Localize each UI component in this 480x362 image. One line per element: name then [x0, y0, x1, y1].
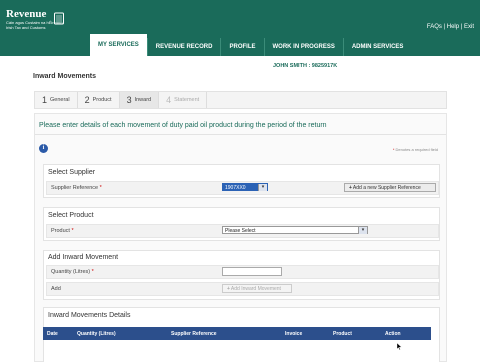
column-quantity: Quantity (Litres)	[77, 330, 116, 337]
chevron-down-icon: ▾	[358, 227, 367, 234]
tab-profile[interactable]: PROFILE	[220, 38, 263, 56]
step-number: 2	[84, 95, 90, 105]
product-select[interactable]: Please Select ▾	[222, 226, 368, 234]
details-table-header: Date Quantity (Litres) Supplier Referenc…	[43, 327, 431, 340]
product-label: Product *	[51, 228, 74, 234]
top-links[interactable]: FAQs | Help | Exit	[427, 24, 474, 30]
product-label-text: Product	[51, 228, 70, 234]
step-label: Inward	[134, 97, 152, 103]
required-star: *	[392, 147, 395, 152]
required-note: * Denotes a required field	[393, 147, 438, 152]
add-label: Add	[51, 286, 61, 292]
add-inward-movement-button[interactable]: +Add Inward Movement	[222, 284, 292, 293]
add-movement-row: Add +Add Inward Movement	[46, 282, 439, 296]
quantity-input[interactable]	[222, 267, 282, 276]
required-star: *	[91, 269, 94, 275]
required-star: *	[71, 228, 74, 234]
supplier-reference-row: Supplier Reference * 1907XX0 ▾ +Add a ne…	[46, 181, 439, 195]
add-inward-movement-heading: Add Inward Movement	[48, 254, 119, 261]
chevron-down-icon: ▾	[258, 184, 267, 191]
supplier-reference-value: 1907XX0	[225, 185, 246, 191]
column-date: Date	[47, 330, 58, 337]
step-number: 1	[42, 95, 48, 105]
step-number: 4	[166, 95, 172, 105]
select-product-heading: Select Product	[48, 212, 94, 219]
select-supplier-section: Select Supplier Supplier Reference * 190…	[43, 164, 440, 198]
harp-icon	[54, 12, 64, 25]
info-icon[interactable]: i	[39, 144, 48, 153]
step-inward[interactable]: 3 Inward	[119, 92, 160, 108]
step-statement: 4 Statement	[159, 92, 208, 108]
intro-text: Please enter details of each movement of…	[39, 122, 327, 129]
user-identity: JOHN SMITH : 9825917K	[273, 63, 338, 69]
tab-my-services[interactable]: MY SERVICES	[90, 34, 147, 56]
required-star: *	[99, 185, 102, 191]
step-product[interactable]: 2 Product	[78, 92, 120, 108]
tab-work-in-progress[interactable]: WORK IN PROGRESS	[263, 38, 343, 56]
select-supplier-heading: Select Supplier	[48, 169, 96, 176]
top-header: Revenue Cáin agus Custaim na hÉireann Ir…	[0, 0, 480, 56]
plus-icon: +	[349, 185, 352, 191]
inward-movements-details-heading: Inward Movements Details	[48, 312, 131, 319]
logo-english-text: Irish Tax and Customs	[6, 25, 46, 30]
supplier-reference-label-text: Supplier Reference	[51, 185, 99, 191]
add-inward-movement-label: Add Inward Movement	[230, 286, 281, 292]
column-invoice: Invoice	[285, 330, 303, 337]
step-label: Statement	[174, 97, 200, 103]
tab-revenue-record[interactable]: REVENUE RECORD	[146, 38, 221, 56]
step-label: Product	[92, 97, 112, 103]
product-row: Product * Please Select ▾	[46, 224, 439, 238]
product-select-value: Please Select	[225, 228, 256, 234]
divider	[35, 134, 446, 135]
main-nav: MY SERVICES REVENUE RECORD PROFILE WORK …	[90, 34, 411, 56]
mouse-cursor-icon	[397, 343, 402, 350]
column-product: Product	[333, 330, 352, 337]
quantity-row: Quantity (Litres) *	[46, 265, 439, 279]
wizard-steps: 1 General 2 Product 3 Inward 4 Statement	[34, 91, 447, 109]
page-title: Inward Movements	[33, 73, 97, 80]
column-supplier-reference: Supplier Reference	[171, 330, 217, 337]
supplier-reference-label: Supplier Reference *	[51, 185, 102, 191]
supplier-reference-select[interactable]: 1907XX0 ▾	[222, 183, 268, 191]
main-panel: Please enter details of each movement of…	[34, 113, 447, 362]
step-number: 3	[126, 95, 132, 105]
select-product-section: Select Product Product * Please Select ▾	[43, 207, 440, 241]
tab-admin-services[interactable]: ADMIN SERVICES	[342, 38, 412, 56]
add-supplier-reference-label: Add a new Supplier Reference	[352, 185, 421, 191]
add-supplier-reference-button[interactable]: +Add a new Supplier Reference	[344, 183, 436, 192]
quantity-label-text: Quantity (Litres)	[51, 269, 91, 275]
quantity-label: Quantity (Litres) *	[51, 269, 94, 275]
add-inward-movement-section: Add Inward Movement Quantity (Litres) * …	[43, 250, 440, 300]
column-action: Action	[385, 330, 401, 337]
plus-icon: +	[227, 286, 230, 292]
step-general[interactable]: 1 General	[35, 92, 78, 108]
step-label: General	[50, 97, 70, 103]
required-note-text: Denotes a required field	[395, 147, 438, 152]
